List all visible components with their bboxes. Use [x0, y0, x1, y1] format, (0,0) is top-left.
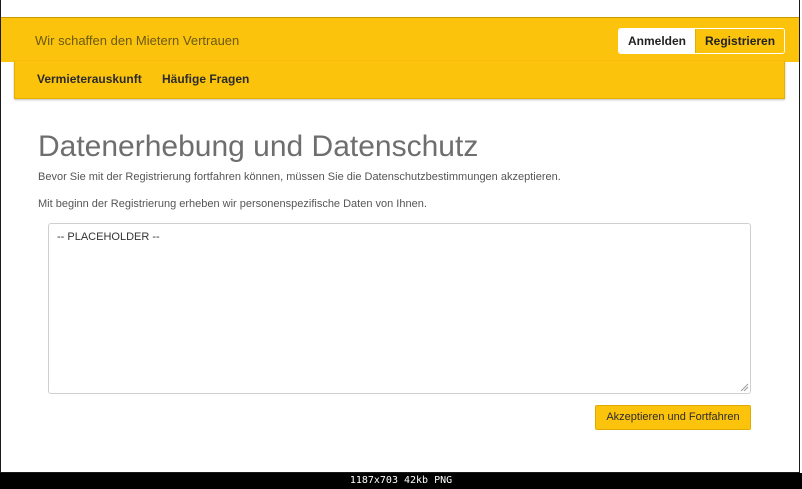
auth-button-group: Anmelden Registrieren [618, 28, 786, 54]
nav-item-vermieterauskunft[interactable]: Vermieterauskunft [37, 72, 142, 86]
tagline: Wir schaffen den Mietern Vertrauen [35, 33, 240, 48]
resize-grip-icon[interactable] [740, 383, 749, 392]
accept-and-continue-button[interactable]: Akzeptieren und Fortfahren [595, 405, 751, 430]
top-bar: Wir schaffen den Mietern Vertrauen Anmel… [1, 17, 799, 62]
notice-text: Mit beginn der Registrierung erheben wir… [38, 198, 427, 210]
page-title: Datenerhebung und Datenschutz [38, 130, 479, 163]
intro-text: Bevor Sie mit der Registrierung fortfahr… [38, 171, 561, 183]
privacy-policy-textarea[interactable]: -- PLACEHOLDER -- [48, 223, 751, 394]
logo-fragment: ▀▀▀ ▀▀▀ [27, 0, 125, 9]
image-info-bar: 1187x703 42kb PNG [0, 473, 802, 489]
nav-item-faq[interactable]: Häufige Fragen [162, 72, 249, 86]
main-navbar: Vermieterauskunft Häufige Fragen [14, 61, 785, 99]
login-button[interactable]: Anmelden [619, 29, 696, 53]
browser-page: ▀▀▀ ▀▀▀ Wir schaffen den Mietern Vertrau… [0, 0, 800, 473]
register-button[interactable]: Registrieren [695, 29, 785, 53]
